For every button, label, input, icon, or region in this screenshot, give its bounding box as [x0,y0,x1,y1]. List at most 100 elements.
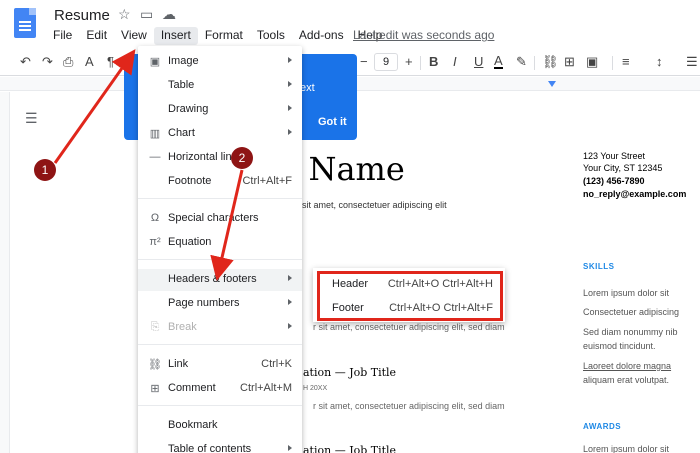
vertical-ruler[interactable] [0,92,10,453]
decrease-font-icon[interactable]: − [360,54,368,69]
section-title[interactable]: ation — Job Title [303,366,396,379]
skills-text[interactable]: Consectetuer adipiscing [583,307,679,317]
add-comment-icon[interactable]: ⊞ [564,54,575,70]
intro-text[interactable]: sit amet, consectetuer adipiscing elit [302,200,447,210]
insert-link-icon[interactable]: ⛓ [542,54,559,70]
menu-file[interactable]: File [46,27,79,45]
menu-item-label: Image [168,55,199,67]
skills-text[interactable]: Sed diam nonummy nib [583,327,678,337]
align-icon[interactable]: ≡ [622,54,630,69]
insert-menu-table-of-contents[interactable]: Table of contents [138,439,302,453]
submenu-arrow-icon [288,299,292,305]
submenu-arrow-icon [288,275,292,281]
step-badge-2: 2 [231,147,253,169]
chart-icon: ▥ [149,128,161,140]
insert-menu-footnote[interactable]: Footnote Ctrl+Alt+F [138,171,302,193]
menu-item-label: Bookmark [168,419,218,431]
paint-format-icon[interactable]: ¶ [107,54,114,69]
redo-icon[interactable]: ↷ [42,54,53,70]
contact-street[interactable]: 123 Your Street [583,151,645,161]
undo-icon[interactable]: ↶ [20,54,31,70]
shortcut-label: Ctrl+K [261,358,292,370]
menu-view[interactable]: View [114,27,154,45]
menu-separator [138,198,302,199]
section-title[interactable]: ation — Job Title [303,444,396,453]
indent-marker[interactable] [548,81,556,87]
menu-item-label: Horizontal line [168,151,238,163]
submenu-arrow-icon [288,105,292,111]
cloud-status-icon[interactable]: ☁ [162,6,176,23]
equation-icon: π² [149,236,161,248]
menu-format[interactable]: Format [198,27,250,45]
insert-menu-page-numbers[interactable]: Page numbers [138,293,302,315]
body-text-line[interactable]: r sit amet, consectetuer adipiscing elit… [313,322,505,332]
menu-item-label: Table [168,79,195,91]
insert-menu-image[interactable]: ▣ Image [138,51,302,73]
menu-item-label: Special characters [168,212,259,224]
docs-logo-icon[interactable] [14,8,36,38]
insert-image-icon[interactable]: ▣ [586,54,598,70]
highlight-icon[interactable]: ✎ [516,54,527,70]
italic-icon[interactable]: I [453,54,457,69]
annotation-highlight-box [317,271,503,321]
submenu-arrow-icon [288,57,292,63]
skills-text[interactable]: aliquam erat volutpat. [583,375,669,385]
print-icon[interactable]: ⎙ [63,54,73,70]
font-size-input[interactable]: 9 [374,53,398,71]
insert-menu-table[interactable]: Table [138,75,302,97]
underline-icon[interactable]: U [474,54,483,69]
spellcheck-icon[interactable]: A [85,54,94,69]
contact-city[interactable]: Your City, ST 12345 [583,163,662,173]
skills-heading[interactable]: SKILLS [583,262,614,271]
insert-menu-comment[interactable]: ⊞ Comment Ctrl+Alt+M [138,378,302,400]
insert-menu-horizontal-line[interactable]: — Horizontal line [138,147,302,169]
got-it-button[interactable]: Got it [318,116,347,128]
move-folder-icon[interactable]: ▭ [140,6,153,23]
menu-insert[interactable]: Insert [153,27,198,45]
star-icon[interactable]: ☆ [118,6,131,23]
insert-menu-chart[interactable]: ▥ Chart [138,123,302,145]
menu-add-ons[interactable]: Add-ons [292,27,351,45]
section-date[interactable]: H 20XX [303,385,327,392]
menu-item-label: Equation [168,236,212,248]
document-outline-icon[interactable]: ☰ [25,110,38,127]
contact-phone[interactable]: (123) 456-7890 [583,176,645,186]
text-color-icon[interactable]: A [494,54,503,69]
menu-tools[interactable]: Tools [250,27,292,45]
menu-item-label: Table of contents [168,443,252,453]
increase-font-icon[interactable]: + [405,54,413,69]
insert-menu-special-characters[interactable]: Ω Special characters [138,208,302,230]
skills-text[interactable]: Lorem ipsum dolor sit [583,288,669,298]
menu-separator [138,405,302,406]
menu-separator [138,344,302,345]
insert-menu-bookmark[interactable]: Bookmark [138,415,302,437]
contact-email[interactable]: no_reply@example.com [583,189,686,199]
insert-menu-drawing[interactable]: Drawing [138,99,302,121]
list-icon[interactable]: ☰ [686,54,698,70]
submenu-arrow-icon [288,445,292,451]
bold-icon[interactable]: B [429,54,438,69]
menu-item-label: Drawing [168,103,209,115]
submenu-arrow-icon [288,81,292,87]
menu-bar: File Edit View Insert Format Tools Add-ons Help [46,27,389,45]
insert-menu-link[interactable]: ⛓ Link Ctrl+K [138,354,302,376]
awards-heading[interactable]: AWARDS [583,422,621,431]
menu-item-label: Chart [168,127,195,139]
menu-item-label: Headers & footers [168,273,257,285]
shortcut-label: Ctrl+Alt+F [242,175,292,187]
awards-text[interactable]: Lorem ipsum dolor sit [583,444,669,453]
menu-edit[interactable]: Edit [79,27,114,45]
insert-menu-headers-footers[interactable]: Headers & footers [138,269,302,291]
menu-item-label: Link [168,358,189,370]
skills-text[interactable]: euismod tincidunt. [583,341,656,351]
last-edit-link[interactable]: Last edit was seconds ago [353,28,494,42]
document-title[interactable]: Resume [54,7,110,24]
break-icon: ⎘ [150,321,160,333]
insert-menu-break: ⎘ Break [138,317,302,339]
submenu-arrow-icon [288,129,292,135]
shortcut-label: Ctrl+Alt+M [240,382,292,394]
line-spacing-icon[interactable]: ↕ [656,54,663,69]
body-text-line[interactable]: r sit amet, consectetuer adipiscing elit… [313,401,505,411]
skills-text[interactable]: Laoreet dolore magna [583,361,671,371]
insert-menu-equation[interactable]: π² Equation [138,232,302,254]
